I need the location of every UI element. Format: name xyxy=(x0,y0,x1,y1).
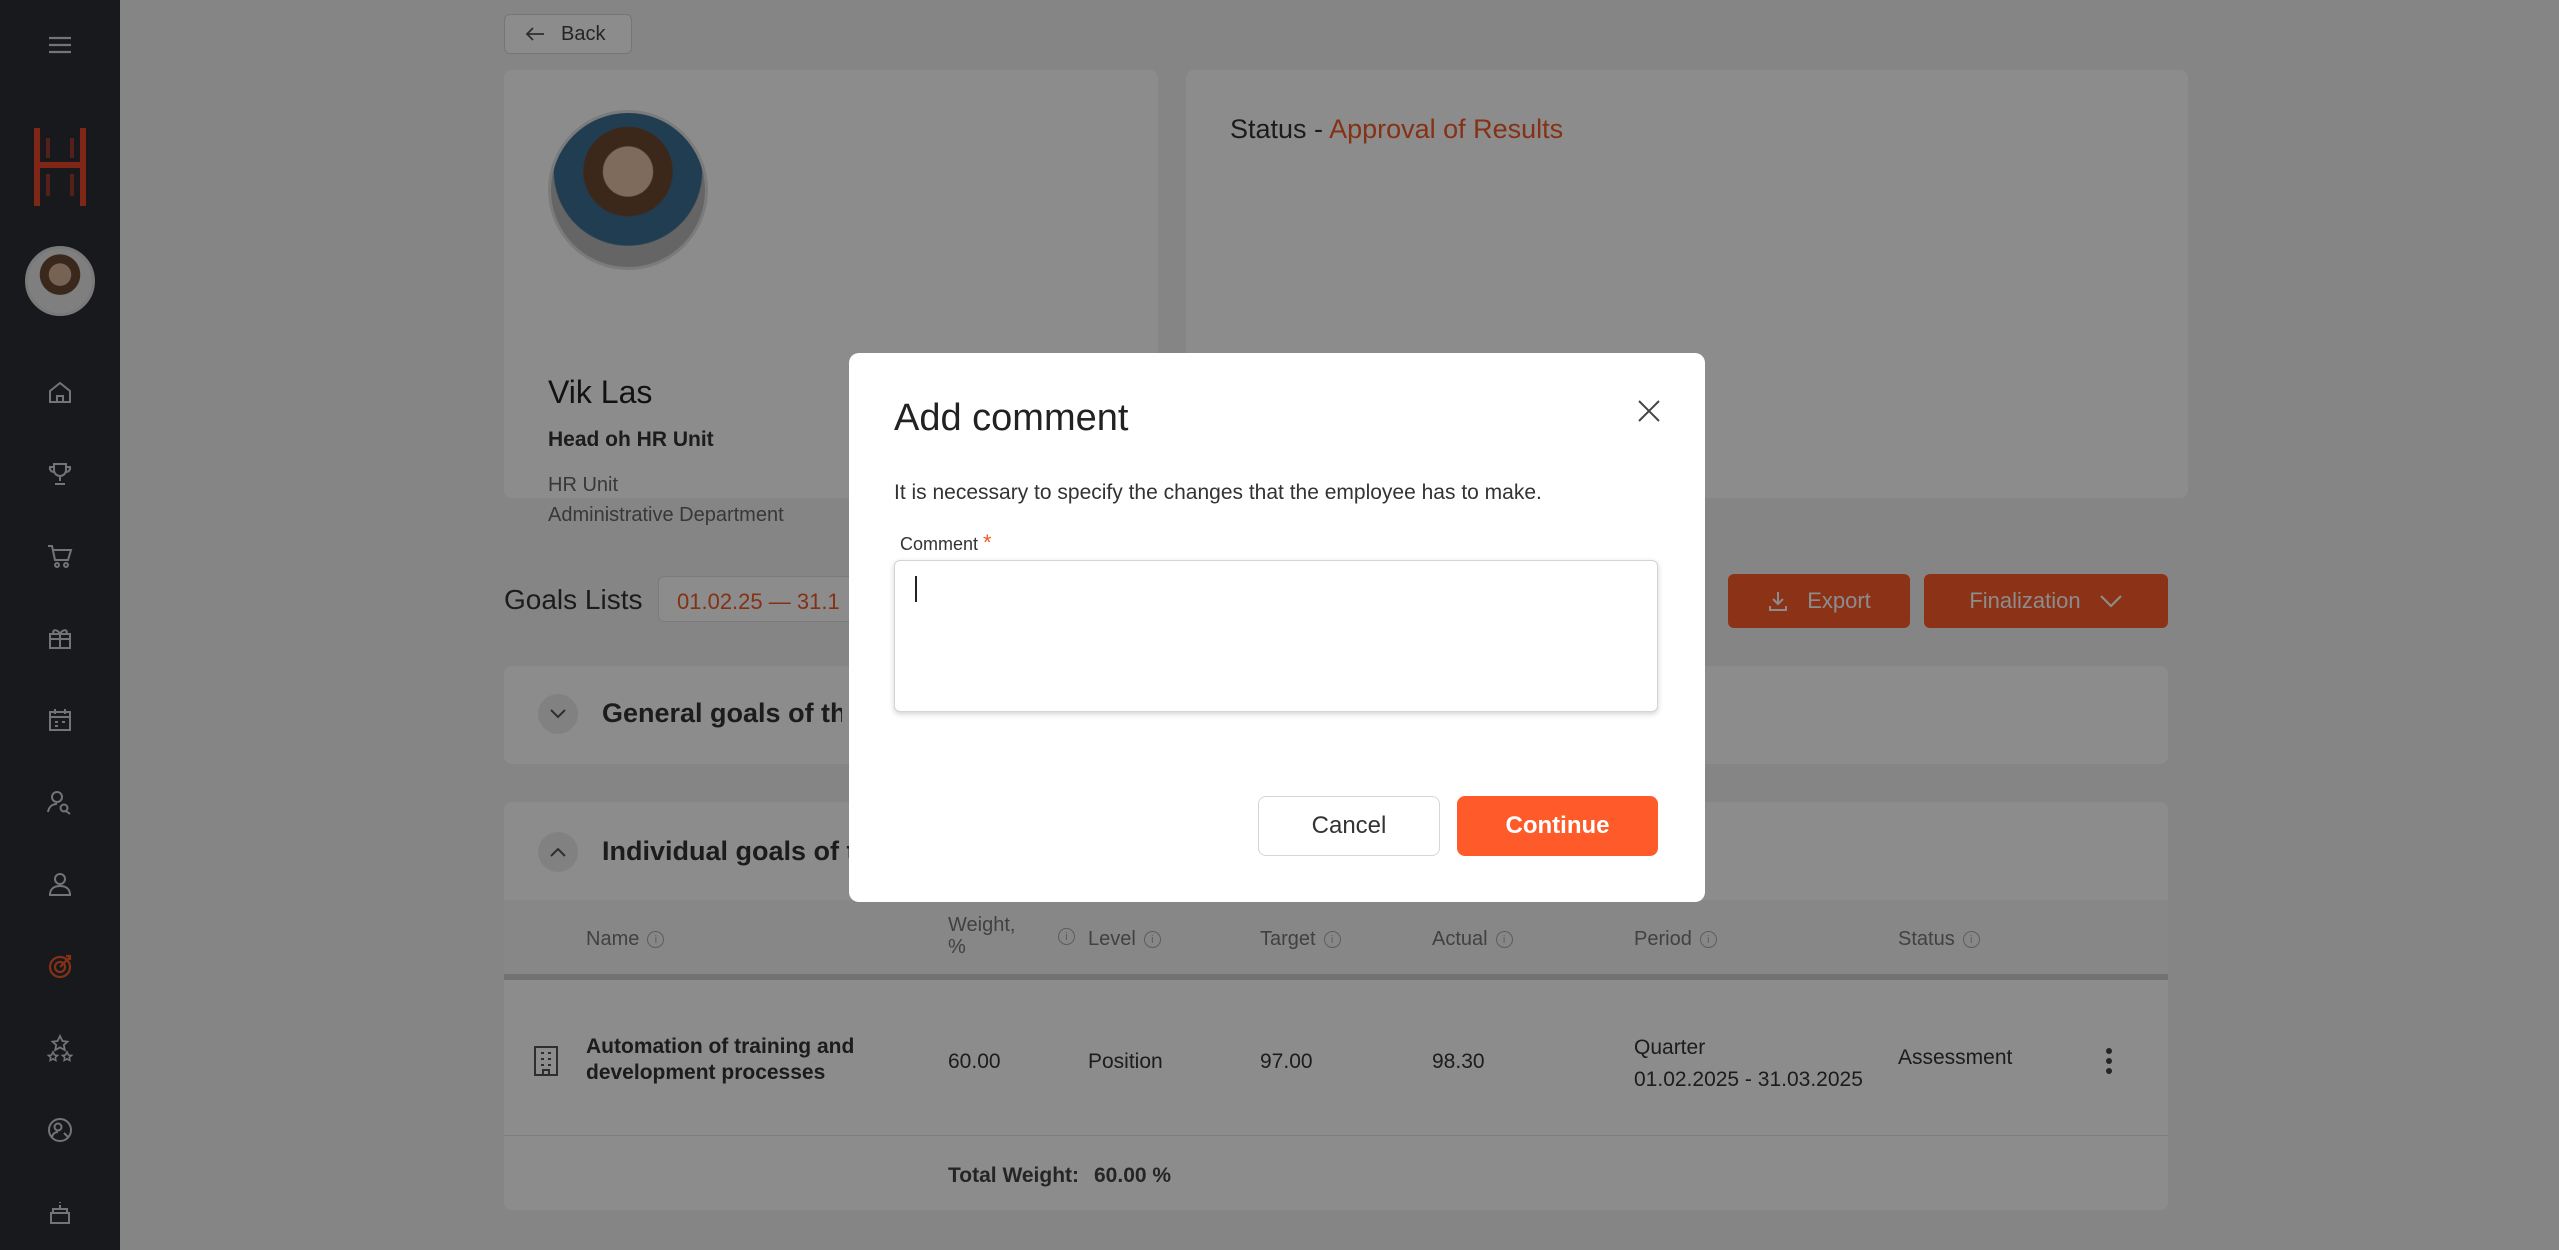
comment-input[interactable] xyxy=(894,560,1658,712)
comment-label-text: Comment xyxy=(900,534,979,554)
cancel-button[interactable]: Cancel xyxy=(1258,796,1440,856)
close-icon xyxy=(1638,400,1660,422)
dialog-description: It is necessary to specify the changes t… xyxy=(894,481,1542,504)
add-comment-dialog: Add comment It is necessary to specify t… xyxy=(849,353,1705,902)
close-button[interactable] xyxy=(1629,391,1669,431)
required-mark: * xyxy=(983,530,992,555)
comment-label: Comment * xyxy=(900,530,992,556)
continue-button[interactable]: Continue xyxy=(1457,796,1658,856)
text-cursor xyxy=(915,576,917,602)
dialog-title: Add comment xyxy=(894,397,1129,439)
